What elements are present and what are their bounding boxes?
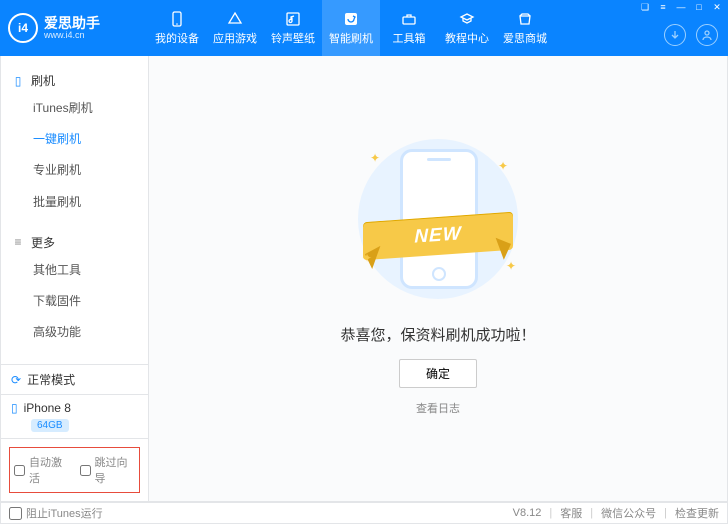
footer-link-support[interactable]: 客服 xyxy=(560,505,582,521)
status-bar: 阻止iTunes运行 V8.12 | 客服 | 微信公众号 | 检查更新 xyxy=(0,502,728,524)
sidebar-item-oneclick-flash[interactable]: 一键刷机 xyxy=(1,124,148,155)
more-icon: ≡ xyxy=(11,235,25,249)
sidebar-device[interactable]: ▯ iPhone 8 64GB xyxy=(1,394,148,438)
main-area: ▯ 刷机 iTunes刷机 一键刷机 专业刷机 批量刷机 ≡ 更多 其他工具 下… xyxy=(0,56,728,502)
nav-label: 智能刷机 xyxy=(329,30,373,46)
nav-label: 爱思商城 xyxy=(503,30,547,46)
sidebar-nav: ▯ 刷机 iTunes刷机 一键刷机 专业刷机 批量刷机 ≡ 更多 其他工具 下… xyxy=(1,56,148,364)
tutorial-icon xyxy=(458,10,476,28)
success-message: 恭喜您，保资料刷机成功啦！ xyxy=(340,324,535,345)
device-name: iPhone 8 xyxy=(24,401,71,415)
window-controls: ❏ ≡ — □ ✕ xyxy=(638,2,724,12)
status-label: 正常模式 xyxy=(27,371,75,388)
checkbox-label: 阻止iTunes运行 xyxy=(26,505,103,521)
checkbox-auto-activate[interactable]: 自动激活 xyxy=(14,454,70,486)
sidebar-item-itunes-flash[interactable]: iTunes刷机 xyxy=(1,93,148,124)
checkbox-input[interactable] xyxy=(80,465,91,476)
sync-icon: ⟳ xyxy=(11,373,21,387)
footer-link-wechat[interactable]: 微信公众号 xyxy=(601,505,656,521)
checkbox-input[interactable] xyxy=(9,507,22,520)
success-illustration: NEW ✦ ✦ ✦ ✦ xyxy=(338,131,538,306)
view-log-link[interactable]: 查看日志 xyxy=(416,400,460,416)
sidebar-item-pro-flash[interactable]: 专业刷机 xyxy=(1,155,148,186)
sidebar-status[interactable]: ⟳ 正常模式 xyxy=(1,364,148,394)
sidebar-item-advanced[interactable]: 高级功能 xyxy=(1,317,148,348)
group-label: 更多 xyxy=(31,234,55,251)
checkbox-label: 跳过向导 xyxy=(95,454,136,486)
sidebar-item-batch-flash[interactable]: 批量刷机 xyxy=(1,187,148,218)
nav-my-device[interactable]: 我的设备 xyxy=(148,0,206,56)
apps-icon xyxy=(226,10,244,28)
nav-toolbox[interactable]: 工具箱 xyxy=(380,0,438,56)
store-icon xyxy=(516,10,534,28)
version-label: V8.12 xyxy=(513,507,542,519)
minimize-icon[interactable]: — xyxy=(674,2,688,12)
checkbox-block-itunes[interactable]: 阻止iTunes运行 xyxy=(9,505,103,521)
logo-icon: i4 xyxy=(8,13,38,43)
sidebar-item-download-fw[interactable]: 下载固件 xyxy=(1,286,148,317)
music-icon xyxy=(284,10,302,28)
nav-label: 工具箱 xyxy=(393,30,426,46)
maximize-icon[interactable]: □ xyxy=(692,2,706,12)
sidebar: ▯ 刷机 iTunes刷机 一键刷机 专业刷机 批量刷机 ≡ 更多 其他工具 下… xyxy=(1,56,149,501)
checkbox-input[interactable] xyxy=(14,465,25,476)
sidebar-group-title[interactable]: ▯ 刷机 xyxy=(1,68,148,93)
sidebar-group-title[interactable]: ≡ 更多 xyxy=(1,230,148,255)
content-area: NEW ✦ ✦ ✦ ✦ 恭喜您，保资料刷机成功啦！ 确定 查看日志 xyxy=(149,56,727,501)
storage-badge: 64GB xyxy=(31,419,69,432)
highlighted-options: 自动激活 跳过向导 xyxy=(9,447,140,493)
footer-right: V8.12 | 客服 | 微信公众号 | 检查更新 xyxy=(513,505,719,521)
device-small-icon: ▯ xyxy=(11,401,18,415)
checkbox-label: 自动激活 xyxy=(29,454,70,486)
sparkle-icon: ✦ xyxy=(498,159,508,173)
device-icon xyxy=(168,10,186,28)
top-nav: 我的设备 应用游戏 铃声壁纸 智能刷机 工具箱 教程中心 爱思商城 xyxy=(148,0,554,56)
menu-icon[interactable]: ≡ xyxy=(656,2,670,12)
nav-label: 教程中心 xyxy=(445,30,489,46)
sidebar-group-flash: ▯ 刷机 iTunes刷机 一键刷机 专业刷机 批量刷机 xyxy=(1,62,148,224)
group-label: 刷机 xyxy=(31,72,55,89)
footer-link-update[interactable]: 检查更新 xyxy=(675,505,719,521)
sidebar-bottom-options: 自动激活 跳过向导 xyxy=(1,438,148,501)
nav-label: 应用游戏 xyxy=(213,30,257,46)
logo-block: i4 爱思助手 www.i4.cn xyxy=(8,13,148,43)
nav-flash[interactable]: 智能刷机 xyxy=(322,0,380,56)
nav-label: 铃声壁纸 xyxy=(271,30,315,46)
toolbox-icon xyxy=(400,10,418,28)
flash-icon xyxy=(342,10,360,28)
nav-tutorials[interactable]: 教程中心 xyxy=(438,0,496,56)
nav-ringtones[interactable]: 铃声壁纸 xyxy=(264,0,322,56)
sidebar-group-more: ≡ 更多 其他工具 下载固件 高级功能 xyxy=(1,224,148,355)
nav-apps[interactable]: 应用游戏 xyxy=(206,0,264,56)
close-icon[interactable]: ✕ xyxy=(710,2,724,12)
nav-store[interactable]: 爱思商城 xyxy=(496,0,554,56)
user-button[interactable] xyxy=(696,24,718,46)
ok-button[interactable]: 确定 xyxy=(399,359,477,388)
skin-icon[interactable]: ❏ xyxy=(638,2,652,12)
download-button[interactable] xyxy=(664,24,686,46)
header-right xyxy=(664,24,718,46)
logo-subtext: www.i4.cn xyxy=(44,30,100,40)
checkbox-skip-wizard[interactable]: 跳过向导 xyxy=(80,454,136,486)
sparkle-icon: ✦ xyxy=(506,259,516,273)
nav-label: 我的设备 xyxy=(155,30,199,46)
sparkle-icon: ✦ xyxy=(370,151,380,165)
phone-icon: ▯ xyxy=(11,74,25,88)
sparkle-icon: ✦ xyxy=(362,251,372,265)
sidebar-item-other-tools[interactable]: 其他工具 xyxy=(1,255,148,286)
logo-text: 爱思助手 xyxy=(44,16,100,30)
app-header: i4 爱思助手 www.i4.cn 我的设备 应用游戏 铃声壁纸 智能刷机 工具… xyxy=(0,0,728,56)
